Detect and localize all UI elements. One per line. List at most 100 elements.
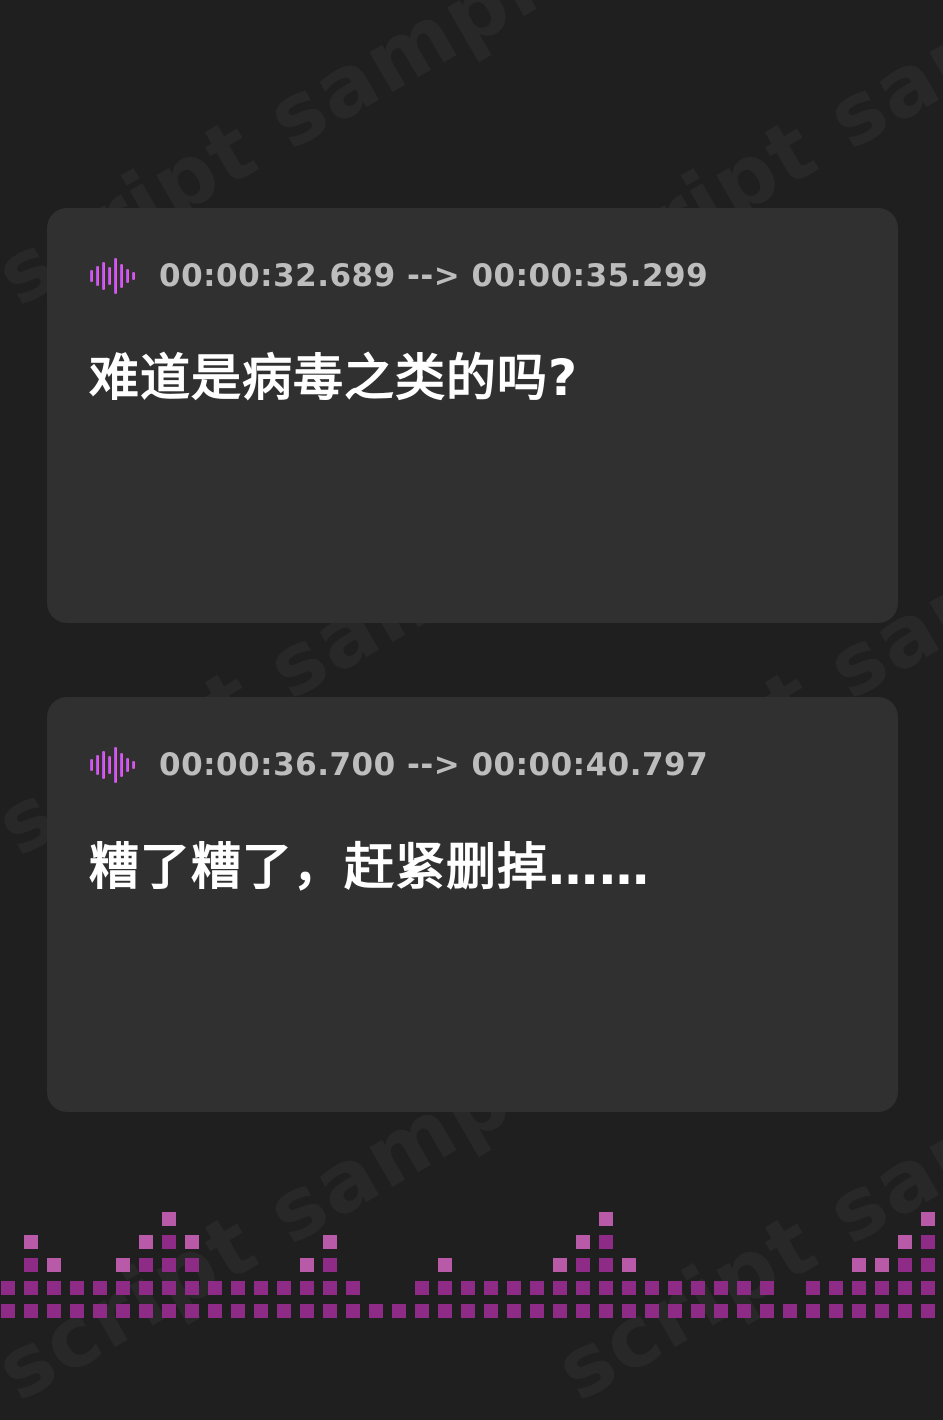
equalizer-block xyxy=(921,1281,935,1295)
equalizer-block xyxy=(300,1304,314,1318)
equalizer-block xyxy=(507,1304,521,1318)
equalizer-block xyxy=(875,1258,889,1272)
equalizer-block xyxy=(185,1235,199,1249)
equalizer-block xyxy=(599,1304,613,1318)
equalizer-block xyxy=(438,1281,452,1295)
equalizer-block xyxy=(24,1281,38,1295)
equalizer-block xyxy=(231,1304,245,1318)
equalizer-block xyxy=(392,1304,406,1318)
equalizer-block xyxy=(553,1258,567,1272)
equalizer-block xyxy=(691,1281,705,1295)
subtitle-cue-card: 00:00:32.689 --> 00:00:35.299 难道是病毒之类的吗? xyxy=(47,208,898,623)
equalizer-block xyxy=(185,1304,199,1318)
equalizer-block xyxy=(898,1258,912,1272)
equalizer-block xyxy=(875,1304,889,1318)
equalizer-block xyxy=(162,1258,176,1272)
equalizer-block xyxy=(116,1281,130,1295)
equalizer-block xyxy=(921,1304,935,1318)
equalizer-block xyxy=(47,1281,61,1295)
equalizer-block xyxy=(139,1304,153,1318)
equalizer-block xyxy=(645,1304,659,1318)
equalizer-block xyxy=(139,1281,153,1295)
equalizer-block xyxy=(760,1281,774,1295)
equalizer-block xyxy=(829,1281,843,1295)
equalizer-block xyxy=(806,1304,820,1318)
equalizer-block xyxy=(553,1304,567,1318)
equalizer-block xyxy=(162,1304,176,1318)
sound-wave-icon xyxy=(90,258,135,294)
equalizer-block xyxy=(530,1304,544,1318)
equalizer-block xyxy=(323,1235,337,1249)
equalizer-block xyxy=(70,1304,84,1318)
equalizer-block xyxy=(185,1281,199,1295)
cue-timestamp: 00:00:32.689 --> 00:00:35.299 xyxy=(159,258,709,294)
equalizer-block xyxy=(737,1304,751,1318)
equalizer-block xyxy=(438,1304,452,1318)
equalizer-block xyxy=(208,1304,222,1318)
equalizer-block xyxy=(783,1304,797,1318)
cue-header: 00:00:32.689 --> 00:00:35.299 xyxy=(89,258,708,294)
equalizer-block xyxy=(415,1304,429,1318)
equalizer-block xyxy=(47,1258,61,1272)
equalizer-block xyxy=(70,1281,84,1295)
equalizer-block xyxy=(921,1235,935,1249)
equalizer-block xyxy=(806,1281,820,1295)
equalizer-block xyxy=(162,1212,176,1226)
equalizer-block xyxy=(852,1258,866,1272)
equalizer-block xyxy=(852,1304,866,1318)
equalizer-block xyxy=(254,1281,268,1295)
equalizer-block xyxy=(921,1258,935,1272)
equalizer-block xyxy=(599,1281,613,1295)
cue-text: 糟了糟了，赶紧删掉…… xyxy=(89,838,650,896)
equalizer-block xyxy=(185,1258,199,1272)
equalizer-block xyxy=(24,1304,38,1318)
equalizer-block xyxy=(438,1258,452,1272)
equalizer-block xyxy=(737,1281,751,1295)
equalizer-block xyxy=(898,1304,912,1318)
equalizer-block xyxy=(254,1304,268,1318)
equalizer-block xyxy=(116,1258,130,1272)
equalizer-block xyxy=(24,1235,38,1249)
equalizer-block xyxy=(622,1281,636,1295)
equalizer-block xyxy=(47,1304,61,1318)
equalizer-block xyxy=(162,1235,176,1249)
equalizer-block xyxy=(898,1235,912,1249)
equalizer-block xyxy=(277,1304,291,1318)
equalizer-block xyxy=(599,1212,613,1226)
equalizer-block xyxy=(24,1258,38,1272)
equalizer-block xyxy=(576,1281,590,1295)
equalizer-block xyxy=(530,1281,544,1295)
equalizer-block xyxy=(300,1281,314,1295)
cue-text: 难道是病毒之类的吗? xyxy=(89,349,579,407)
equalizer-block xyxy=(576,1258,590,1272)
equalizer-block xyxy=(829,1304,843,1318)
equalizer-block xyxy=(645,1281,659,1295)
equalizer-block xyxy=(323,1281,337,1295)
equalizer-block xyxy=(622,1258,636,1272)
equalizer-block xyxy=(622,1304,636,1318)
equalizer-block xyxy=(760,1304,774,1318)
equalizer-block xyxy=(461,1281,475,1295)
equalizer-block xyxy=(553,1281,567,1295)
equalizer-block xyxy=(691,1304,705,1318)
equalizer-block xyxy=(346,1304,360,1318)
cue-timestamp: 00:00:36.700 --> 00:00:40.797 xyxy=(159,747,709,783)
equalizer-block xyxy=(921,1212,935,1226)
equalizer-block xyxy=(139,1235,153,1249)
equalizer-block xyxy=(300,1258,314,1272)
equalizer-block xyxy=(116,1304,130,1318)
subtitle-cue-card: 00:00:36.700 --> 00:00:40.797 糟了糟了，赶紧删掉…… xyxy=(47,697,898,1112)
equalizer-block xyxy=(714,1304,728,1318)
equalizer-block xyxy=(668,1304,682,1318)
equalizer-block xyxy=(714,1281,728,1295)
equalizer-block xyxy=(415,1281,429,1295)
equalizer-block xyxy=(599,1258,613,1272)
equalizer-block xyxy=(599,1235,613,1249)
equalizer-block xyxy=(139,1258,153,1272)
sound-wave-icon xyxy=(90,747,135,783)
equalizer-block xyxy=(875,1281,889,1295)
equalizer-block xyxy=(484,1281,498,1295)
equalizer-block xyxy=(277,1281,291,1295)
equalizer-block xyxy=(93,1304,107,1318)
equalizer-block xyxy=(323,1304,337,1318)
